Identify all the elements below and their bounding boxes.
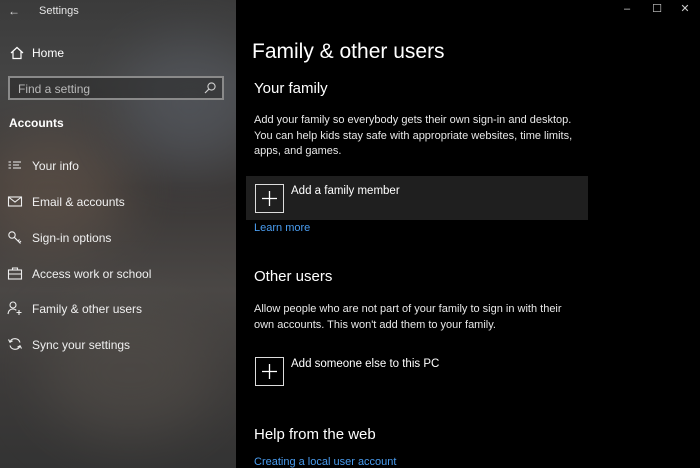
home-icon — [10, 46, 24, 60]
description-line: Add your family so everybody gets their … — [254, 114, 572, 126]
briefcase-icon — [7, 267, 23, 280]
plus-icon — [255, 184, 284, 213]
search-icon[interactable] — [203, 81, 217, 95]
sidebar-item-sign-in-options[interactable]: Sign-in options — [0, 225, 236, 251]
home-label: Home — [32, 46, 65, 60]
sidebar-item-label: Family & other users — [32, 302, 143, 316]
main-pane: – ☐ ✕ Family & other users Your family A… — [236, 0, 700, 468]
help-heading: Help from the web — [254, 426, 376, 443]
add-someone-else-label: Add someone else to this PC — [291, 358, 440, 370]
sidebar-item-label: Your info — [32, 159, 79, 173]
email-icon — [7, 196, 23, 207]
sidebar-item-family-other-users[interactable]: Family & other users — [0, 296, 236, 322]
description-line: apps, and games. — [254, 145, 342, 157]
your-family-heading: Your family — [254, 80, 328, 97]
your-family-description: Add your family so everybody gets their … — [254, 113, 594, 160]
search-placeholder: Find a setting — [18, 82, 91, 96]
home-nav-item[interactable]: Home — [0, 42, 236, 64]
sidebar-item-email-accounts[interactable]: Email & accounts — [0, 189, 236, 215]
sidebar-item-sync-settings[interactable]: Sync your settings — [0, 332, 236, 358]
close-button[interactable]: ✕ — [670, 0, 700, 20]
sidebar: ← Settings Home Find a setting Accounts … — [0, 0, 236, 468]
sidebar-item-label: Sign-in options — [32, 231, 112, 245]
app-title: Settings — [39, 5, 79, 17]
other-users-heading: Other users — [254, 268, 333, 285]
maximize-button[interactable]: ☐ — [642, 0, 672, 20]
sidebar-item-your-info[interactable]: Your info — [0, 153, 236, 179]
sidebar-item-label: Access work or school — [32, 267, 152, 281]
section-title: Accounts — [9, 116, 64, 130]
add-person-icon — [7, 301, 22, 315]
sync-icon — [8, 338, 22, 350]
search-input[interactable]: Find a setting — [8, 76, 224, 100]
back-button[interactable]: ← — [6, 3, 22, 19]
description-line: You can help kids stay safe with appropr… — [254, 129, 573, 142]
plus-icon — [255, 357, 284, 386]
sidebar-item-access-work[interactable]: Access work or school — [0, 261, 236, 287]
learn-more-link[interactable]: Learn more — [254, 222, 310, 234]
minimize-button[interactable]: – — [612, 0, 642, 20]
add-family-member-button[interactable]: Add a family member — [246, 176, 588, 220]
add-family-member-label: Add a family member — [291, 185, 400, 197]
title-bar: ← Settings — [0, 0, 236, 24]
creating-local-account-link[interactable]: Creating a local user account — [254, 456, 396, 468]
other-users-description: Allow people who are not part of your fa… — [254, 302, 594, 333]
page-title: Family & other users — [252, 40, 445, 63]
sidebar-item-label: Sync your settings — [32, 338, 131, 352]
sidebar-item-label: Email & accounts — [32, 195, 125, 209]
add-someone-else-button[interactable]: Add someone else to this PC — [246, 349, 588, 393]
key-icon — [8, 231, 22, 244]
your-info-icon — [8, 161, 21, 169]
description-line: own accounts. This won't add them to you… — [254, 318, 496, 331]
description-line: Allow people who are not part of your fa… — [254, 303, 562, 315]
